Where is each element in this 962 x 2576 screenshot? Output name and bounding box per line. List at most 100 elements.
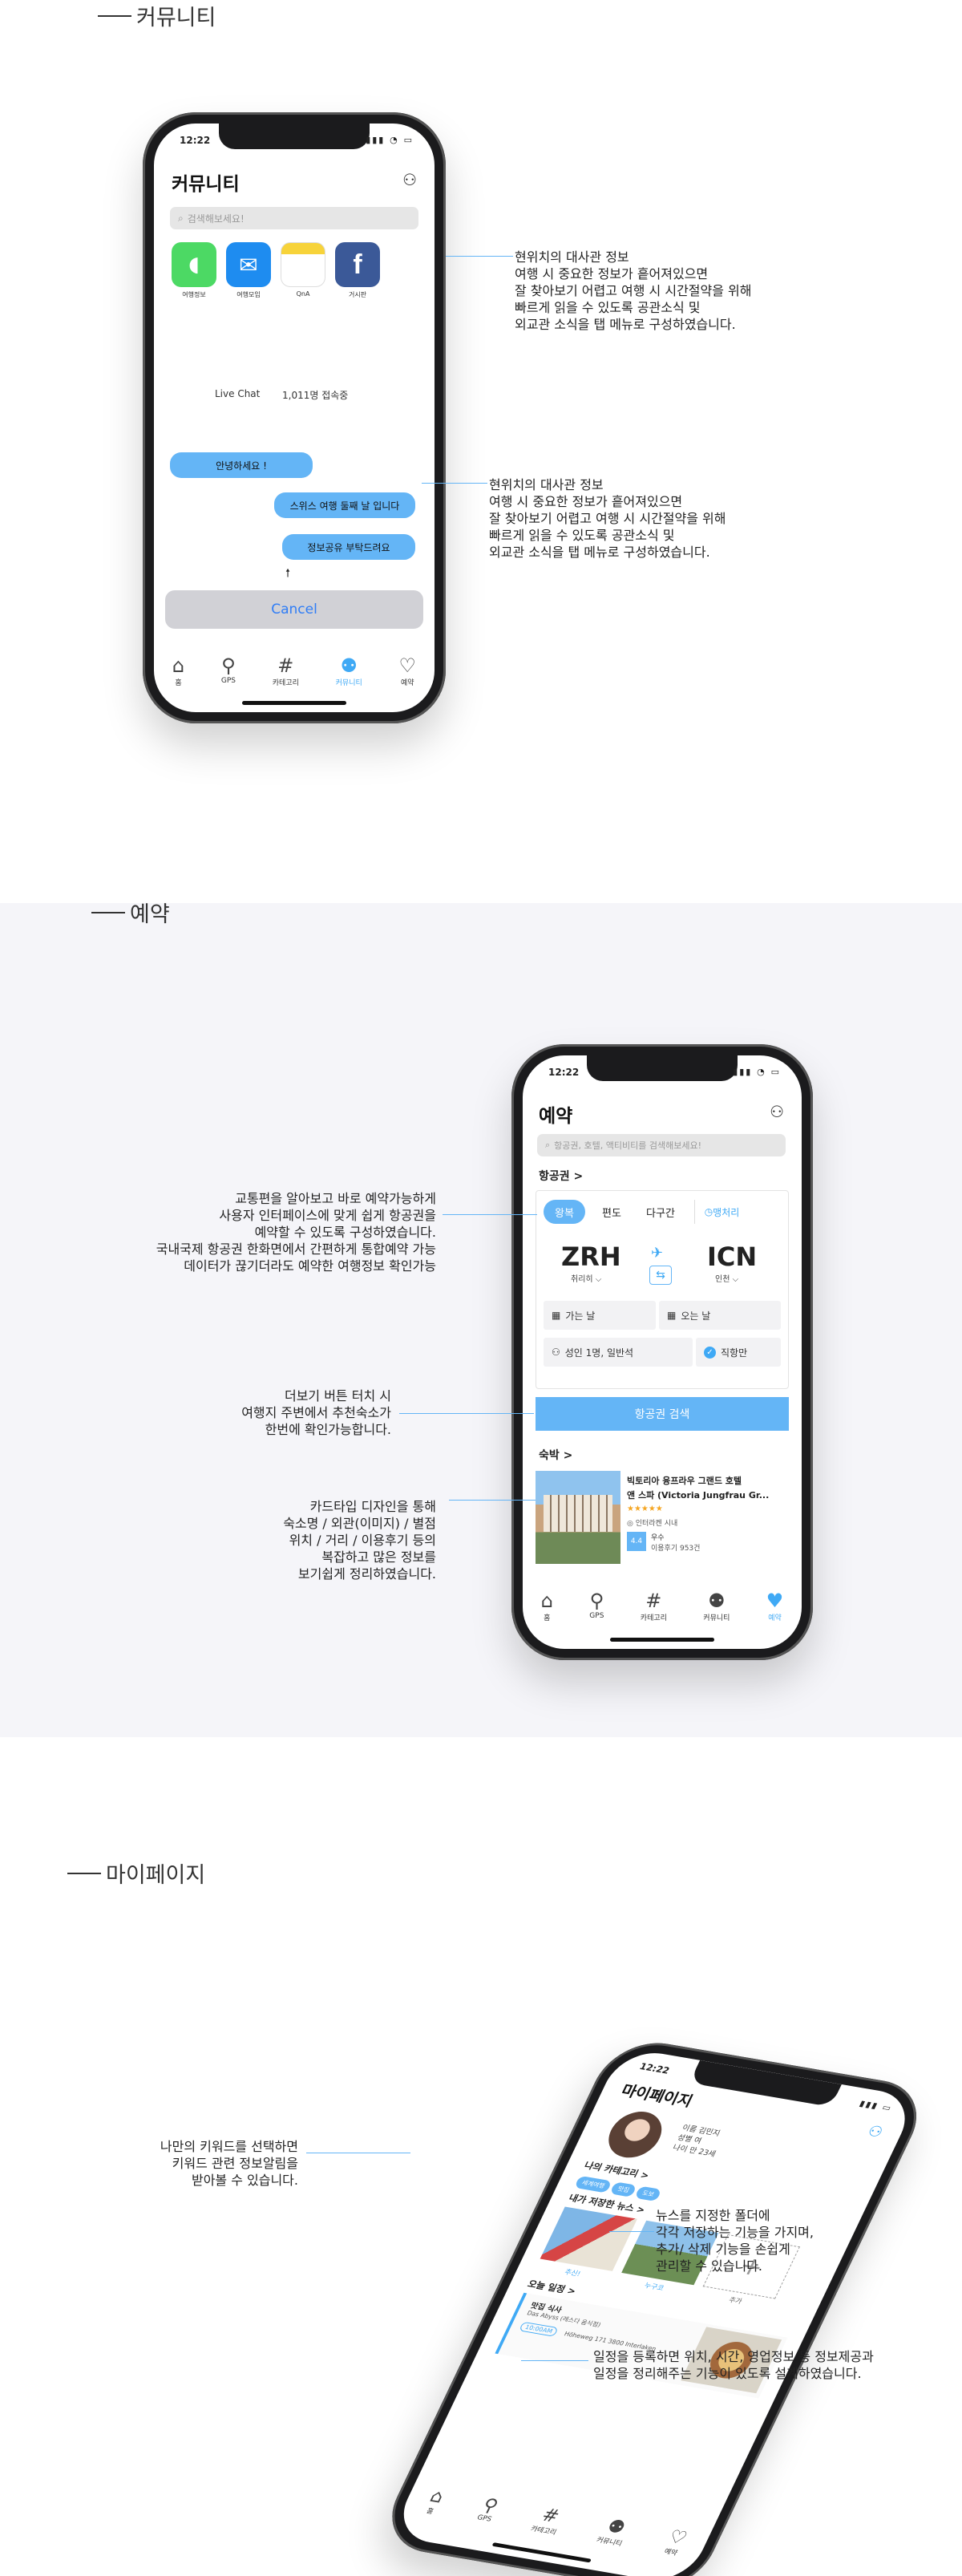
profile-icon[interactable]: ⚇ <box>770 1102 784 1121</box>
people-icon: ⚉ <box>603 2515 629 2538</box>
section-title: 예약 <box>130 902 170 927</box>
people-icon: ⚉ <box>708 1590 726 1612</box>
leader-line <box>443 1214 537 1215</box>
hotel-name-line1[interactable]: 빅토리아 융프라우 그랜드 호텔 <box>627 1474 742 1487</box>
keyword-chip[interactable]: 맛집 <box>609 2181 637 2197</box>
app-label: 거시판 <box>348 291 367 298</box>
booking-section-background <box>0 903 962 1737</box>
leader-line <box>422 483 487 484</box>
mileage-option[interactable]: ◷ 맹처리 <box>694 1200 749 1224</box>
hotel-building-shape <box>544 1495 612 1532</box>
tab-booking[interactable]: ♡ 예약 <box>661 2526 690 2558</box>
passenger-field[interactable]: ⚇ 성인 1명, 일반석 <box>544 1338 693 1367</box>
map-pin-icon: ⚲ <box>221 654 236 677</box>
booking-note-2: 더보기 버튼 터치 시 여행지 주변에서 추천숙소가 한번에 확인가능합니다. <box>241 1388 391 1437</box>
status-time: 12:22 <box>548 1067 580 1078</box>
notes-icon[interactable] <box>281 242 325 287</box>
cancel-button[interactable]: Cancel <box>165 590 423 629</box>
tab-gps[interactable]: ⚲ GPS <box>589 1590 604 1620</box>
flight-section-link[interactable]: 항공권 > <box>539 1168 583 1184</box>
mail-icon[interactable]: ✉ <box>226 242 271 287</box>
folder-label: 누구코 <box>642 2282 665 2293</box>
page-title: 커뮤니티 <box>172 174 240 195</box>
review-count: 이용후기 953건 <box>651 1545 701 1553</box>
tab-bar: ⌂ 홈 ⚲ GPS # 카테고리 ⚉ 커뮤니티 ♥ 예약 <box>523 1590 802 1622</box>
search-input[interactable]: ⌕ 항공권, 호텔, 액티비티를 검색해보세요! <box>537 1134 786 1156</box>
section-heading-mypage: 마이페이지 <box>67 1857 205 1889</box>
news-folder-thumbnail[interactable] <box>540 2206 637 2271</box>
profile-icon[interactable]: ⚇ <box>865 2122 887 2141</box>
home-icon: ⌂ <box>540 1590 553 1612</box>
home-indicator <box>242 701 346 705</box>
hotel-name-line2[interactable]: 앤 스파 (Victoria Jungfrau Gr... <box>627 1488 769 1501</box>
tab-home[interactable]: ⌂ 홈 <box>541 1590 553 1622</box>
keyword-chip[interactable]: 세계여행 <box>574 2175 613 2193</box>
trip-type-oneway[interactable]: 편도 <box>592 1200 632 1224</box>
tab-bar: ⌂ 홈 ⚲ GPS # 카테고리 ⚉ 커뮤니티 ♡ 예약 <box>154 654 435 687</box>
star-rating: ★★★★★ <box>627 1505 663 1513</box>
origin-code[interactable]: ZRH <box>561 1241 621 1272</box>
chat-bubble[interactable]: 정보공유 부탁드려요 <box>282 534 415 560</box>
depart-date-field[interactable]: ▦ 가는 날 <box>544 1301 656 1330</box>
app-label: QnA <box>296 290 310 298</box>
booking-note-3: 카드타입 디자인을 통해 숙소명 / 외관(이미지) / 별점 위치 / 거리 … <box>283 1499 436 1582</box>
direct-flight-checkbox[interactable]: ✓ 직항만 <box>696 1338 781 1367</box>
destination-city[interactable]: 인천 ⌵ <box>715 1272 738 1284</box>
tab-gps[interactable]: ⚲ GPS <box>475 2494 502 2523</box>
chat-bubble[interactable]: 안녕하세요 ! <box>170 452 313 478</box>
trip-type-multi[interactable]: 다구간 <box>638 1200 683 1224</box>
swap-icon[interactable]: ⇆ <box>649 1266 672 1285</box>
tab-booking[interactable]: ♡ 예약 <box>399 654 417 687</box>
tab-category[interactable]: # 카테고리 <box>273 654 299 687</box>
live-chat-label: Live Chat <box>215 388 261 399</box>
tab-gps[interactable]: ⚲ GPS <box>221 654 236 685</box>
folder-label: 추신! <box>563 2268 582 2278</box>
tab-community[interactable]: ⚉ 커뮤니티 <box>595 2515 633 2548</box>
hashtag-icon: # <box>277 654 294 677</box>
search-icon: ⌕ <box>178 212 184 224</box>
messages-icon[interactable]: ◖ <box>172 242 216 287</box>
origin-city[interactable]: 취리히 ⌵ <box>571 1272 601 1284</box>
hotel-section-link[interactable]: 숙박 > <box>539 1447 572 1463</box>
community-note-2: 현위치의 대사관 정보 여행 시 중요한 정보가 흩어져있으면 잘 찾아보기 어… <box>489 477 726 560</box>
profile-icon[interactable]: ⚇ <box>402 170 417 189</box>
phone-mypage-wrapper: 12:22 ▮▮▮ ▭ 마이페이지 ⚇ 이름 김민지 성별 여 나이 만 23세… <box>374 2035 934 2576</box>
heart-icon: ♥ <box>766 1590 784 1612</box>
keyword-chip[interactable]: 도보 <box>634 2185 662 2202</box>
tab-community[interactable]: ⚉ 커뮤니티 <box>336 654 362 687</box>
return-date-field[interactable]: ▦ 오는 날 <box>659 1301 781 1330</box>
leader-line <box>399 1413 534 1414</box>
hotel-distance: ◎ 인터라켄 시내 <box>627 1520 678 1528</box>
status-time: 12:22 <box>180 135 211 146</box>
schedule-card[interactable]: 맛집 식사 Das Abyss (레스다 음식점) 10:00AM Höhewe… <box>495 2292 788 2399</box>
destination-code[interactable]: ICN <box>707 1241 757 1272</box>
tab-home[interactable]: ⌂ 홈 <box>172 654 184 687</box>
search-icon: ⌕ <box>545 1140 551 1150</box>
trip-type-roundtrip[interactable]: 왕복 <box>544 1200 585 1224</box>
calendar-icon: ▦ <box>667 1310 677 1321</box>
tab-community[interactable]: ⚉ 커뮤니티 <box>703 1590 730 1622</box>
status-time: 12:22 <box>637 2061 672 2076</box>
mypage-note-3: 일정을 등록하면 위치, 시간, 영업정보 등 정보제공과 일정을 정리해주는 … <box>593 2349 874 2381</box>
hashtag-icon: # <box>645 1590 662 1612</box>
add-folder-label: 추가 <box>727 2296 743 2307</box>
calendar-icon: ▦ <box>552 1310 561 1321</box>
tab-booking[interactable]: ♥ 예약 <box>766 1590 784 1622</box>
hotel-photo[interactable] <box>536 1471 620 1564</box>
tab-category[interactable]: # 카테고리 <box>529 2504 568 2537</box>
flight-search-button[interactable]: 항공권 검색 <box>536 1397 789 1431</box>
arrow-up-icon[interactable]: 🠕 <box>285 565 290 584</box>
facebook-icon[interactable]: f <box>335 242 380 287</box>
chat-bubble[interactable]: 스위스 여행 둘째 날 입니다 <box>274 492 415 518</box>
tab-bar: ⌂ 홈 ⚲ GPS # 카테고리 ⚉ 커뮤니티 ♡ 예약 <box>402 2482 711 2562</box>
tab-home[interactable]: ⌂ 홈 <box>422 2485 447 2517</box>
avatar[interactable] <box>600 2108 670 2161</box>
map-pin-icon: ⚲ <box>479 2494 503 2517</box>
tab-category[interactable]: # 카테고리 <box>641 1590 667 1622</box>
search-input[interactable]: ⌕ 검색해보세요! <box>170 207 418 229</box>
section-heading-community: 커뮤니티 <box>98 0 216 31</box>
leader-line <box>446 256 513 257</box>
signal-wifi-battery-icon: ▮▮▮ ▭ <box>858 2098 895 2113</box>
home-indicator <box>610 1638 714 1642</box>
mypage-note-1: 나만의 키워드를 선택하면 키워드 관련 정보알림을 받아볼 수 있습니다. <box>160 2139 298 2188</box>
